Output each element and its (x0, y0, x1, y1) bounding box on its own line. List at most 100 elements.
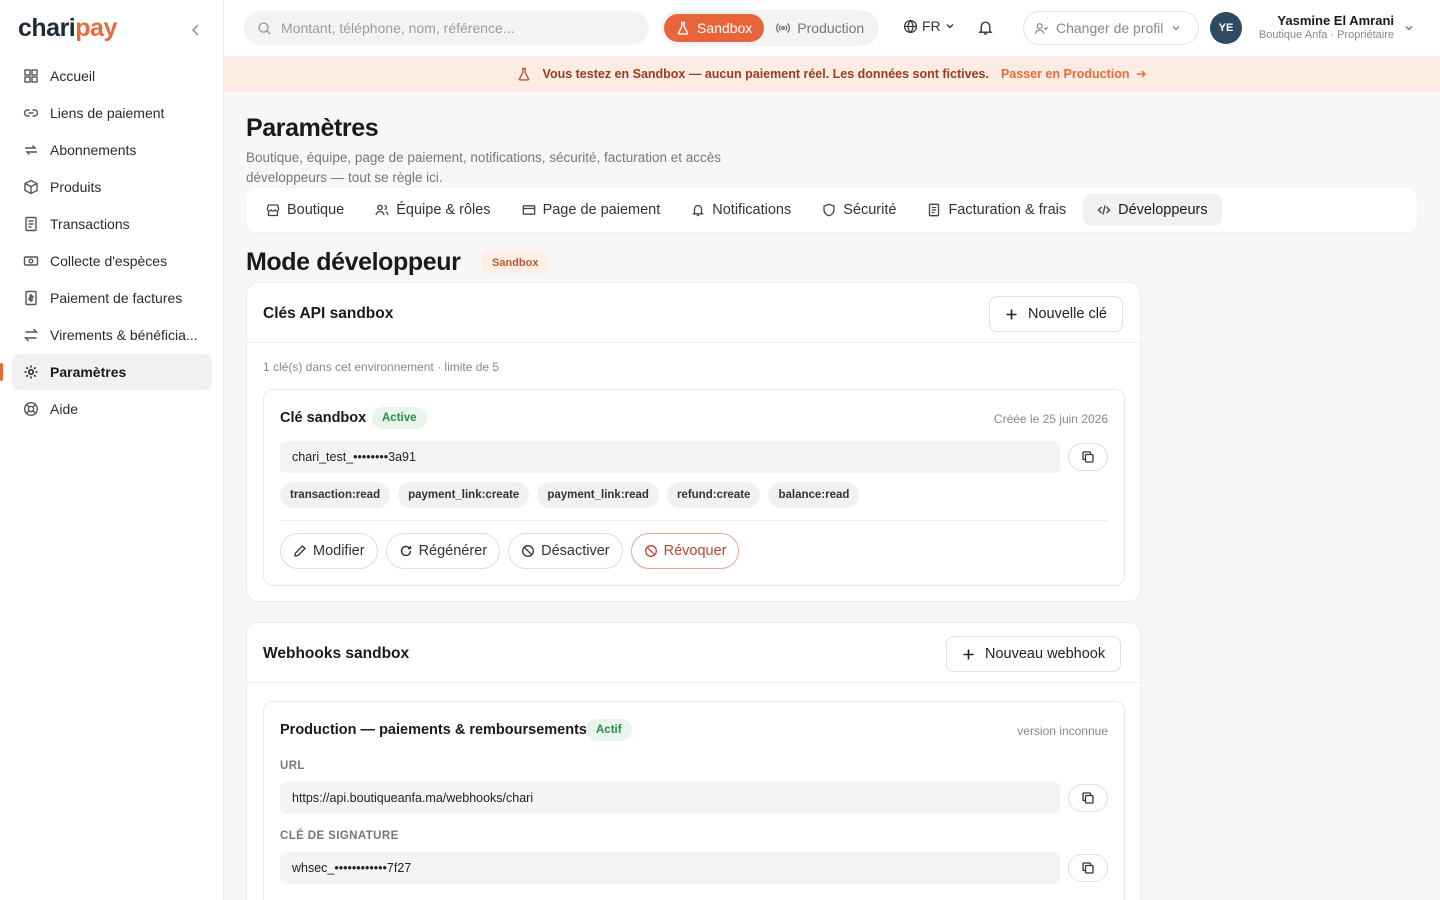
settings-tabs: Boutique Équipe & rôles Page de paiement… (246, 188, 1417, 232)
avatar[interactable]: YE (1210, 12, 1242, 44)
collapse-sidebar-icon[interactable] (186, 20, 206, 40)
receipt-icon (23, 216, 39, 232)
regenerate-key-button[interactable]: Régénérer (385, 533, 501, 569)
tab-developpeurs[interactable]: Développeurs (1083, 194, 1222, 226)
key-name: Clé sandbox (280, 410, 367, 426)
webhooks-card: Webhooks sandbox Nouveau webhook Product… (246, 622, 1141, 900)
refresh-icon (399, 544, 413, 558)
plus-icon (1005, 308, 1018, 321)
sidebar-item-label: Virements & bénéficia... (50, 327, 198, 343)
search-box[interactable] (244, 11, 649, 45)
flask-icon (676, 21, 690, 35)
env-badge: Sandbox (482, 252, 549, 274)
tab-securite[interactable]: Sécurité (808, 194, 910, 226)
user-name: Yasmine El Amrani (1277, 13, 1394, 28)
card-icon (522, 203, 536, 217)
webhook-name: Production — paiements & remboursements (280, 722, 587, 738)
bell-icon (691, 203, 705, 217)
sidebar-item-aide[interactable]: Aide (12, 391, 212, 427)
new-key-button[interactable]: Nouvelle clé (989, 296, 1123, 332)
webhooks-title: Webhooks sandbox (263, 645, 410, 662)
key-status-badge: Active (372, 407, 427, 429)
sidebar: charipay Accueil Liens de paiement Abonn… (0, 0, 224, 900)
charipay-logo[interactable]: charipay (18, 14, 117, 43)
copy-icon (1081, 450, 1095, 464)
webhook-version: version inconnue (1017, 724, 1108, 738)
sidebar-item-transactions[interactable]: Transactions (12, 206, 212, 242)
sidebar-item-parametres[interactable]: Paramètres (0, 354, 212, 390)
page-subtitle: Boutique, équipe, page de paiement, noti… (246, 150, 722, 185)
sidebar-item-label: Aide (50, 401, 79, 417)
tab-facturation-frais[interactable]: Facturation & frais (913, 194, 1080, 226)
sidebar-item-label: Abonnements (50, 142, 137, 158)
sidebar-item-accueil[interactable]: Accueil (12, 58, 212, 94)
new-webhook-button[interactable]: Nouveau webhook (946, 636, 1122, 672)
key-scopes: transaction:read payment_link:create pay… (280, 482, 867, 508)
tab-page-de-paiement[interactable]: Page de paiement (508, 194, 675, 226)
broadcast-icon (776, 21, 791, 35)
topbar: Sandbox Production FR Changer de profil … (224, 0, 1440, 56)
search-icon (257, 21, 272, 36)
copy-key-button[interactable] (1068, 443, 1108, 471)
tab-notifications[interactable]: Notifications (677, 194, 805, 226)
api-keys-title: Clés API sandbox (263, 305, 394, 322)
repeat-icon (23, 142, 39, 158)
document-icon (927, 203, 941, 217)
api-keys-card-header: Clés API sandbox Nouvelle clé (247, 283, 1140, 343)
sidebar-nav: Accueil Liens de paiement Abonnements Pr… (0, 58, 212, 428)
switch-profile-button[interactable]: Changer de profil (1023, 11, 1199, 45)
scope-chip: refund:create (666, 482, 761, 508)
webhooks-card-header: Webhooks sandbox Nouveau webhook (247, 623, 1140, 683)
sidebar-item-produits[interactable]: Produits (12, 169, 212, 205)
scope-chip: payment_link:create (398, 482, 530, 508)
key-count-text: 1 clé(s) dans cet environnement · limite… (263, 360, 500, 374)
sidebar-item-liens-de-paiement[interactable]: Liens de paiement (12, 95, 212, 131)
switch-to-production-link[interactable]: Passer en Production (1001, 67, 1148, 81)
edit-key-button[interactable]: Modifier (280, 533, 378, 569)
webhook-item: Production — paiements & remboursements … (263, 701, 1125, 900)
tab-boutique[interactable]: Boutique (252, 194, 358, 226)
grid-icon (23, 68, 39, 84)
ban-icon (644, 544, 658, 558)
revoke-key-button[interactable]: Révoquer (630, 533, 740, 569)
arrow-right-icon (1135, 68, 1147, 80)
sidebar-item-abonnements[interactable]: Abonnements (12, 132, 212, 168)
scope-chip: payment_link:read (537, 482, 659, 508)
transfer-icon (23, 327, 39, 343)
copy-icon (1081, 791, 1095, 805)
env-sandbox-button[interactable]: Sandbox (664, 14, 765, 42)
search-input[interactable] (281, 20, 631, 36)
sidebar-item-label: Produits (50, 179, 102, 195)
signing-secret-label: CLÉ DE SIGNATURE (280, 830, 399, 842)
bell-icon[interactable] (977, 19, 994, 36)
disable-key-button[interactable]: Désactiver (508, 533, 623, 569)
copy-secret-button[interactable] (1068, 854, 1108, 882)
env-production-button[interactable]: Production (764, 14, 876, 42)
copy-url-button[interactable] (1068, 784, 1108, 812)
sidebar-item-label: Collecte d'espèces (50, 253, 168, 269)
sidebar-item-collecte-especes[interactable]: Collecte d'espèces (12, 243, 212, 279)
cash-icon (23, 253, 39, 269)
sidebar-item-paiement-factures[interactable]: Paiement de factures (12, 280, 212, 316)
user-menu-chevron-icon[interactable] (1404, 23, 1414, 33)
tab-equipe-roles[interactable]: Équipe & rôles (361, 194, 504, 226)
sidebar-item-label: Transactions (50, 216, 130, 232)
developer-mode-title: Mode développeur (246, 248, 461, 276)
flask-icon (517, 67, 531, 81)
scope-chip: transaction:read (280, 482, 391, 508)
language-selector[interactable]: FR (903, 18, 955, 34)
chevron-down-icon (1171, 23, 1181, 33)
api-key-item: Clé sandbox Active Créée le 25 juin 2026… (263, 389, 1125, 586)
signing-secret-value[interactable]: whsec_••••••••••••7f27 (280, 852, 1060, 884)
link-icon (23, 105, 39, 121)
user-role: Boutique Anfa · Propriétaire (1258, 29, 1394, 41)
copy-icon (1081, 861, 1095, 875)
environment-toggle: Sandbox Production (661, 10, 880, 46)
sidebar-item-virements[interactable]: Virements & bénéficia... (12, 317, 212, 353)
api-key-value[interactable]: chari_test_••••••••3a91 (280, 441, 1060, 473)
sidebar-item-label: Liens de paiement (50, 105, 165, 121)
banner-text: Vous testez en Sandbox — aucun paiement … (542, 67, 989, 81)
chevron-down-icon (945, 21, 955, 31)
webhook-url-value[interactable]: https://api.boutiqueanfa.ma/webhooks/cha… (280, 782, 1060, 814)
sidebar-item-label: Paiement de factures (50, 290, 183, 306)
